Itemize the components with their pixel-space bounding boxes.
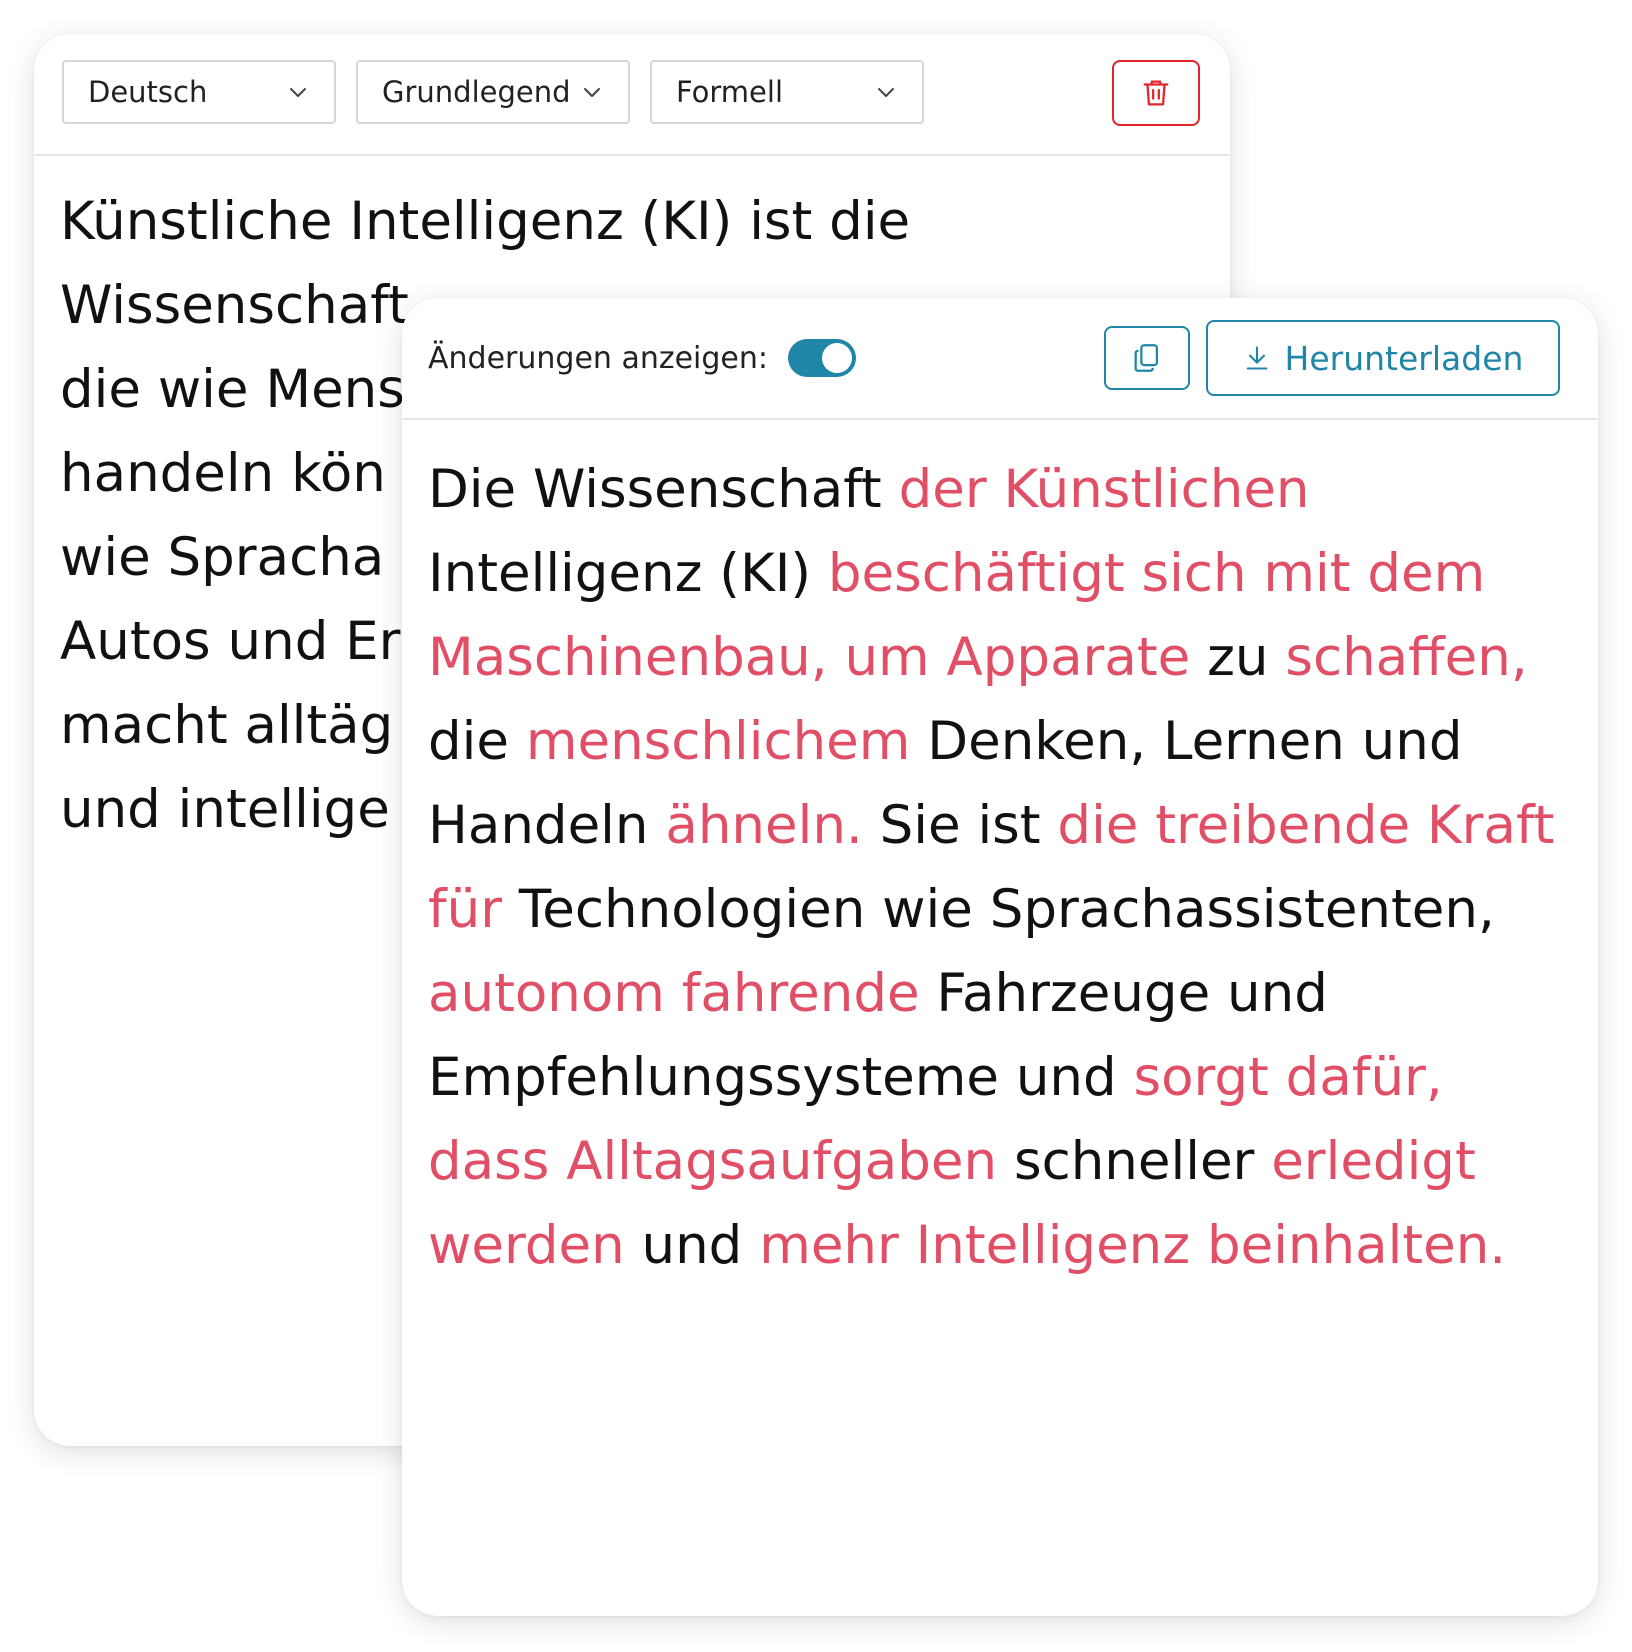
changed-text-segment: mehr Intelligenz beinhalten. — [759, 1215, 1507, 1276]
unchanged-text-segment: zu — [1190, 627, 1286, 688]
unchanged-text-segment: und — [624, 1215, 760, 1276]
output-toolbar: Änderungen anzeigen: Herunterladen — [402, 298, 1598, 420]
language-select-value: Deutsch — [88, 75, 208, 109]
show-changes-toggle[interactable] — [788, 339, 857, 377]
download-button[interactable]: Herunterladen — [1206, 320, 1560, 396]
chevron-down-icon — [584, 88, 600, 97]
tone-select-value: Formell — [676, 75, 784, 109]
changed-text-segment: ähneln. — [665, 795, 863, 856]
trash-icon — [1143, 80, 1169, 106]
unchanged-text-segment: Die Wissenschaft — [428, 459, 899, 520]
show-changes-label: Änderungen anzeigen: — [428, 340, 769, 376]
input-text-line: Künstliche Intelligenz (KI) ist die — [60, 191, 911, 252]
level-select[interactable]: Grundlegend — [356, 60, 630, 124]
copy-button[interactable] — [1104, 326, 1190, 390]
changed-text-segment: der Künstlichen — [898, 459, 1310, 520]
input-toolbar: Deutsch Grundlegend Formell — [34, 34, 1230, 156]
chevron-down-icon — [290, 88, 306, 97]
unchanged-text-segment: Sie ist — [862, 795, 1058, 856]
changed-text-segment: autonom fahrende — [428, 963, 920, 1024]
toggle-knob — [822, 343, 853, 373]
language-select[interactable]: Deutsch — [62, 60, 336, 124]
output-panel: Änderungen anzeigen: Herunterladen Die W… — [402, 298, 1598, 1616]
unchanged-text-segment: Technologien wie Sprachassistenten, — [502, 879, 1495, 940]
unchanged-text-segment: schneller — [997, 1131, 1272, 1192]
unchanged-text-segment: Intelligenz (KI) — [428, 543, 828, 604]
chevron-down-icon — [878, 88, 894, 97]
show-changes-row: Änderungen anzeigen: — [428, 328, 857, 388]
delete-button[interactable] — [1112, 60, 1200, 126]
unchanged-text-segment: die — [428, 711, 526, 772]
output-text-area: Die Wissenschaft der Künstlichen Intelli… — [428, 448, 1568, 1288]
download-icon — [1246, 346, 1267, 370]
changed-text-segment: menschlichem — [525, 711, 911, 772]
tone-select[interactable]: Formell — [650, 60, 924, 124]
level-select-value: Grundlegend — [382, 75, 571, 109]
copy-icon — [1134, 344, 1159, 372]
changed-text-segment: schaffen, — [1285, 627, 1528, 688]
download-button-label: Herunterladen — [1284, 338, 1524, 378]
